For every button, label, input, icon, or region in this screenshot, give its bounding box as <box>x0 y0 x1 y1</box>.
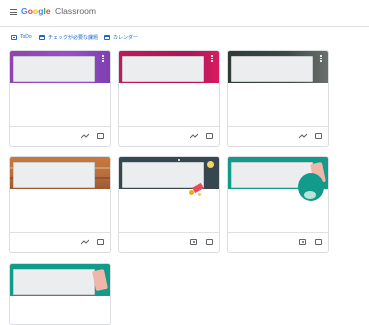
portrait-icon[interactable] <box>299 239 306 245</box>
folder-icon[interactable] <box>97 133 104 139</box>
folder-icon[interactable] <box>315 239 322 245</box>
product-name: Classroom <box>55 6 97 16</box>
card-banner[interactable] <box>10 51 110 83</box>
card-footer <box>228 126 328 146</box>
todo-label: ToDo <box>20 34 32 40</box>
card-banner[interactable] <box>228 51 328 83</box>
class-name-placeholder <box>231 56 313 82</box>
portrait-icon[interactable] <box>190 239 197 245</box>
todo-link[interactable]: ToDo <box>11 31 32 43</box>
class-card[interactable] <box>9 263 111 325</box>
trending-up-icon[interactable] <box>81 133 89 139</box>
trending-up-icon[interactable] <box>81 239 89 245</box>
card-footer <box>10 232 110 252</box>
folder-icon[interactable] <box>97 239 104 245</box>
card-banner[interactable] <box>119 51 219 83</box>
class-card[interactable] <box>118 50 220 147</box>
banner-decoration <box>207 161 214 168</box>
more-options-icon[interactable] <box>211 55 213 63</box>
banner-decoration <box>304 191 316 199</box>
card-footer <box>119 126 219 146</box>
class-name-placeholder <box>13 56 95 82</box>
class-card[interactable] <box>118 156 220 253</box>
class-card[interactable] <box>9 50 111 147</box>
calendar-label: カレンダー <box>113 34 139 41</box>
hamburger-menu-icon[interactable] <box>10 9 17 15</box>
card-banner[interactable] <box>119 157 219 189</box>
card-footer <box>10 126 110 146</box>
trending-up-icon[interactable] <box>190 133 198 139</box>
card-footer <box>119 232 219 252</box>
banner-decoration <box>198 193 201 196</box>
more-options-icon[interactable] <box>102 55 104 63</box>
banner-decoration <box>178 159 180 161</box>
class-name-placeholder <box>122 56 204 82</box>
app-brand[interactable]: Google Classroom <box>21 6 96 16</box>
class-name-placeholder <box>13 162 95 188</box>
google-logo: Google <box>21 6 51 16</box>
class-card[interactable] <box>9 156 111 253</box>
banner-decoration <box>189 190 194 195</box>
folder-icon[interactable] <box>206 133 213 139</box>
trending-up-icon[interactable] <box>299 133 307 139</box>
calendar-link[interactable]: カレンダー <box>104 31 138 43</box>
class-name-placeholder <box>122 162 204 188</box>
class-name-placeholder <box>13 269 95 295</box>
calendar-icon <box>104 34 110 40</box>
todo-icon <box>11 34 17 40</box>
more-options-icon[interactable] <box>320 55 322 63</box>
folder-icon[interactable] <box>206 239 213 245</box>
card-banner[interactable] <box>10 157 110 189</box>
card-footer <box>228 232 328 252</box>
review-link[interactable]: チェックが必要な課題 <box>39 31 98 43</box>
folder-icon[interactable] <box>315 133 322 139</box>
review-label: チェックが必要な課題 <box>48 34 99 41</box>
folder-icon <box>39 34 45 40</box>
toolbar: ToDo チェックが必要な課題 カレンダー <box>0 31 369 43</box>
class-card[interactable] <box>227 50 329 147</box>
app-header: Google Classroom <box>0 0 369 27</box>
class-card[interactable] <box>227 156 329 253</box>
card-banner[interactable] <box>10 264 110 296</box>
